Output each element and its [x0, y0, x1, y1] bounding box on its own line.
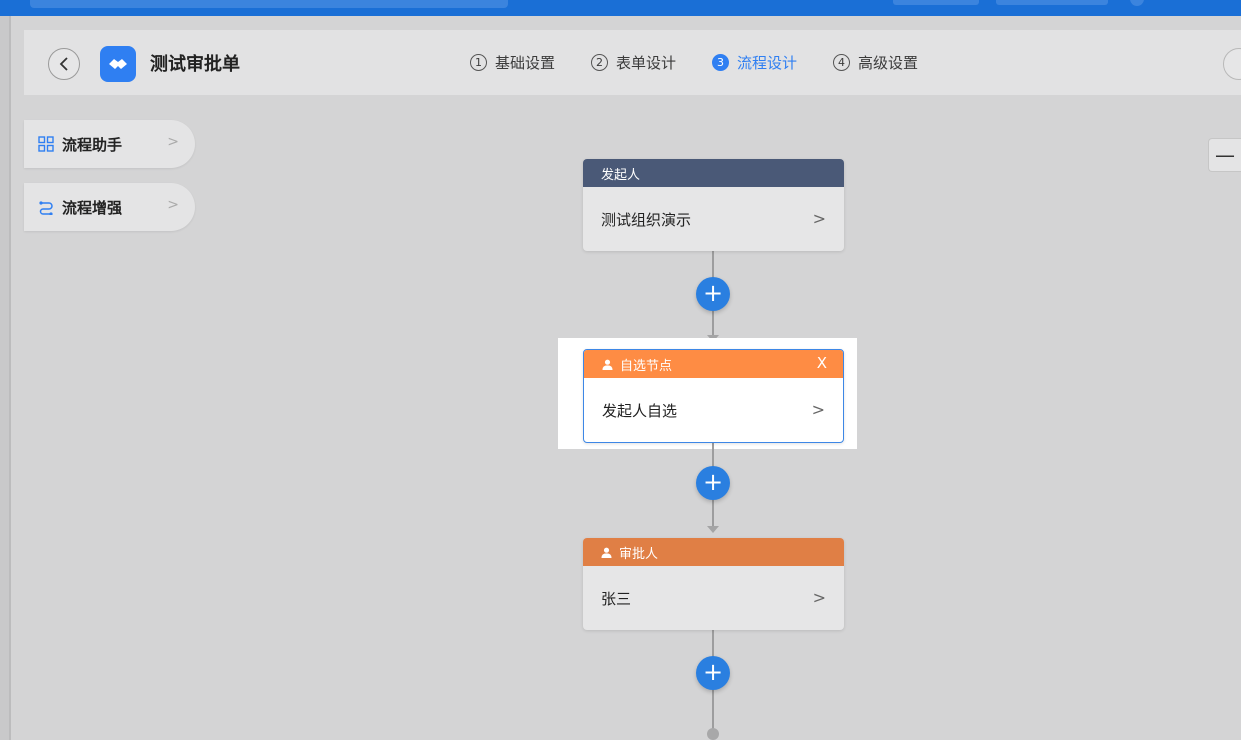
node-title: 自选节点 [620, 358, 673, 374]
step-number: 3 [712, 54, 730, 71]
node-body: 测试组织演示 > [583, 187, 844, 251]
back-button[interactable] [48, 48, 80, 80]
node-content: 发起人自选 [602, 401, 678, 420]
add-node-button[interactable]: + [696, 466, 730, 500]
flow-enhance-button[interactable]: 流程增强 > [24, 183, 195, 231]
top-bar [0, 0, 1241, 16]
handshake-logo-icon [100, 46, 136, 82]
chevron-right-icon: > [812, 588, 826, 607]
chevron-right-icon: > [811, 400, 825, 419]
step-number: 1 [470, 54, 487, 71]
node-content: 测试组织演示 [601, 210, 692, 229]
add-node-button[interactable]: + [696, 277, 730, 311]
zoom-out-button[interactable]: — [1208, 138, 1241, 172]
top-button-1[interactable] [893, 0, 979, 5]
left-strip [0, 16, 11, 740]
top-avatar[interactable] [1130, 0, 1144, 6]
approver-node[interactable]: 审批人 张三 > [583, 538, 844, 630]
sidebar-item-label: 流程助手 [62, 135, 123, 154]
tab-form-design[interactable]: 2 表单设计 [591, 52, 676, 73]
node-header: 发起人 [583, 159, 844, 187]
tab-basic-settings[interactable]: 1 基础设置 [470, 52, 555, 73]
add-node-button[interactable]: + [696, 656, 730, 690]
step-tabs: 1 基础设置 2 表单设计 3 流程设计 4 高级设置 [470, 52, 954, 73]
step-number: 2 [591, 54, 609, 71]
flow-end-dot [707, 728, 719, 740]
node-title: 审批人 [619, 546, 659, 562]
page-title: 测试审批单 [150, 54, 240, 75]
step-label: 表单设计 [616, 54, 677, 72]
initiator-node[interactable]: 发起人 测试组织演示 > [583, 159, 844, 251]
chevron-right-icon: > [812, 209, 826, 228]
node-header: 审批人 [583, 538, 844, 566]
node-content: 张三 [601, 589, 632, 608]
node-body: 发起人自选 > [584, 378, 843, 442]
node-header: 自选节点 X [584, 350, 843, 378]
grid-icon [38, 136, 54, 152]
flow-assistant-button[interactable]: 流程助手 > [24, 120, 195, 168]
tab-advanced-settings[interactable]: 4 高级设置 [833, 52, 918, 73]
step-number: 4 [833, 54, 851, 71]
node-body: 张三 > [583, 566, 844, 630]
connector-arrow [707, 526, 719, 533]
tab-flow-design[interactable]: 3 流程设计 [712, 52, 797, 73]
self-select-node[interactable]: 自选节点 X 发起人自选 > [583, 349, 844, 443]
page-header: 测试审批单 1 基础设置 2 表单设计 3 流程设计 4 高级设置 [24, 30, 1241, 95]
person-icon [601, 547, 612, 558]
close-icon[interactable]: X [817, 354, 827, 372]
chevron-right-icon: > [167, 197, 179, 213]
top-button-2[interactable] [996, 0, 1108, 5]
chevron-left-icon [59, 57, 68, 71]
step-label: 基础设置 [495, 54, 556, 72]
node-title: 发起人 [601, 167, 641, 183]
sidebar-item-label: 流程增强 [62, 198, 123, 217]
person-icon [602, 359, 613, 370]
step-label: 高级设置 [858, 54, 919, 72]
top-search-field[interactable] [30, 0, 508, 8]
chevron-right-icon: > [167, 134, 179, 150]
flow-link-icon [39, 201, 53, 215]
step-label: 流程设计 [737, 54, 798, 72]
header-right-button[interactable] [1223, 48, 1241, 80]
